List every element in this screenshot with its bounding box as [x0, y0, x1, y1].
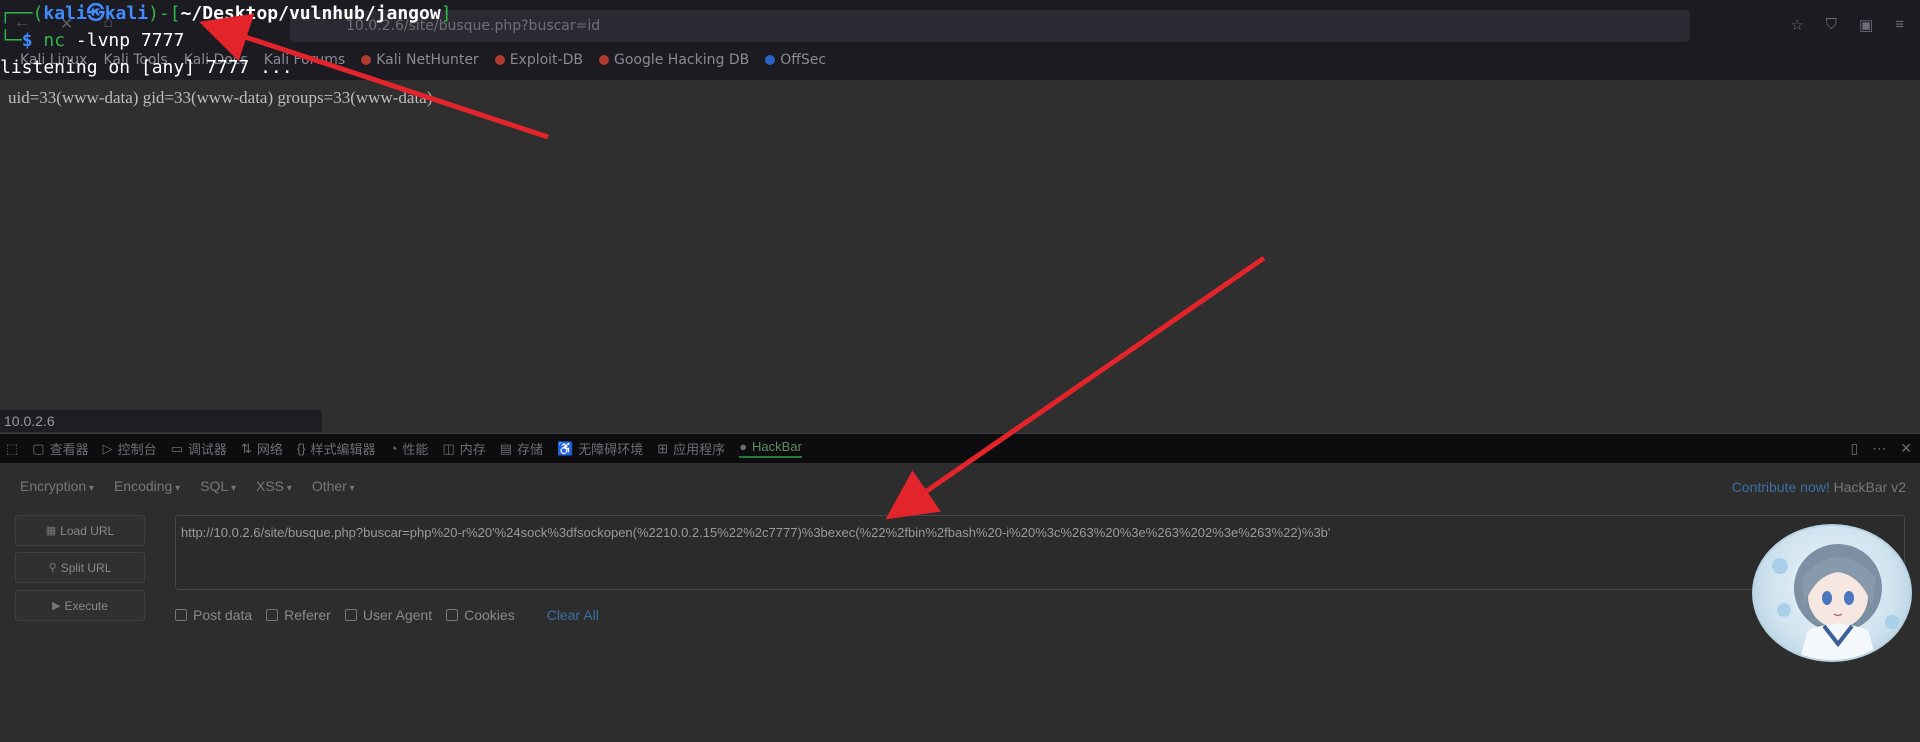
avatar-illustration [1772, 544, 1899, 660]
hackbar-panel: Encryption Encoding SQL XSS Other Contri… [0, 464, 1920, 742]
post-data-checkbox[interactable]: Post data [175, 607, 252, 623]
menu-sql[interactable]: SQL [200, 478, 236, 494]
split-url-button[interactable]: ⚲ Split URL [15, 552, 145, 583]
terminal-overlay: ┌──(kali㉿kali)-[~/Desktop/vulnhub/jangow… [0, 0, 560, 81]
hackbar-icon: ● [739, 439, 748, 454]
extension-icon[interactable]: ▣ [1859, 16, 1873, 34]
menu-encoding[interactable]: Encoding [114, 478, 180, 494]
dock-icon[interactable]: ▯ [1851, 440, 1859, 457]
terminal-command-line: └─$ nc -lvnp 7777 [0, 30, 185, 51]
page-command-output: uid=33(www-data) gid=33(www-data) groups… [8, 88, 433, 107]
tab-debugger[interactable]: ▭ 调试器 [171, 439, 227, 458]
menu-encryption[interactable]: Encryption [20, 478, 94, 494]
split-icon: ⚲ [48, 562, 57, 574]
user-agent-checkbox[interactable]: User Agent [344, 607, 432, 623]
memory-icon: ◫ [442, 440, 455, 456]
referer-checkbox[interactable]: Referer [266, 607, 331, 623]
star-icon[interactable]: ☆ [1790, 16, 1803, 34]
menu-other[interactable]: Other [312, 478, 355, 494]
avatar [1752, 524, 1912, 662]
hackbar-options: Post data Referer User Agent Cookies Cle… [175, 607, 599, 623]
tab-style-editor[interactable]: {} 样式编辑器 [297, 439, 376, 458]
menu-icon[interactable]: ≡ [1895, 16, 1904, 34]
cookies-checkbox[interactable]: Cookies [446, 607, 515, 623]
network-icon: ⇅ [240, 440, 252, 456]
status-url-tooltip: 10.0.2.6 [0, 410, 322, 432]
terminal-prompt-line: ┌──(kali㉿kali)-[~/Desktop/vulnhub/jangow… [0, 3, 452, 24]
tab-console[interactable]: ▷ 控制台 [103, 439, 157, 458]
menu-xss[interactable]: XSS [256, 478, 292, 494]
tab-network[interactable]: ⇅ 网络 [241, 439, 283, 458]
accessibility-icon: ♿ [557, 440, 574, 456]
close-icon[interactable]: ✕ [1900, 440, 1912, 457]
url-textarea[interactable]: http://10.0.2.6/site/busque.php?buscar=p… [175, 515, 1905, 590]
tab-performance[interactable]: ◔ 性能 [390, 439, 429, 458]
terminal-output-line: listening on [any] 7777 ... [0, 57, 293, 78]
shield-icon[interactable]: ⛉ [1826, 16, 1837, 34]
bookmark-item[interactable]: OffSec [765, 52, 826, 68]
ghdb-icon [598, 55, 609, 65]
tab-memory[interactable]: ◫ 内存 [442, 439, 485, 458]
load-url-button[interactable]: ▦ Load URL [15, 515, 145, 546]
play-icon: ▶ [52, 600, 61, 612]
element-picker-icon[interactable]: ⬚ [6, 441, 18, 457]
tab-application[interactable]: ⊞ 应用程序 [657, 439, 725, 458]
storage-icon: ▤ [499, 440, 513, 456]
application-icon: ⊞ [657, 440, 669, 456]
devtools-tabbar: ⬚ ▢ 查看器 ▷ 控制台 ▭ 调试器 ⇅ 网络 {} 样式编辑器 ◔ 性能 ◫ 内存 ▤ 存储… [0, 433, 1920, 463]
contribute-link[interactable]: Contribute now! [1732, 479, 1830, 495]
clear-all-link[interactable]: Clear All [547, 607, 599, 623]
debugger-icon: ▭ [170, 440, 183, 456]
tab-hackbar[interactable]: ● HackBar [739, 439, 802, 458]
hackbar-menu: Encryption Encoding SQL XSS Other [20, 478, 355, 494]
load-icon: ▦ [45, 525, 57, 537]
inspector-icon: ▢ [32, 440, 45, 456]
bookmark-item[interactable]: Google Hacking DB [598, 52, 749, 68]
console-icon: ▷ [102, 440, 113, 456]
tab-storage[interactable]: ▤ 存储 [500, 439, 543, 458]
execute-button[interactable]: ▶ Execute [15, 590, 145, 621]
tab-accessibility[interactable]: ♿ 无障碍环境 [557, 439, 643, 458]
tab-inspector[interactable]: ▢ 查看器 [32, 439, 88, 458]
style-editor-icon: {} [296, 441, 306, 456]
contribute-text: Contribute now! HackBar v2 [1731, 479, 1906, 495]
devtools-controls: ▯ ⋯ ✕ [1851, 440, 1912, 457]
performance-icon: ◔ [389, 441, 398, 456]
more-icon[interactable]: ⋯ [1872, 440, 1886, 457]
offsec-icon [765, 55, 776, 65]
browser-right-icons: ☆ ⛉ ▣ ≡ [1790, 16, 1904, 34]
